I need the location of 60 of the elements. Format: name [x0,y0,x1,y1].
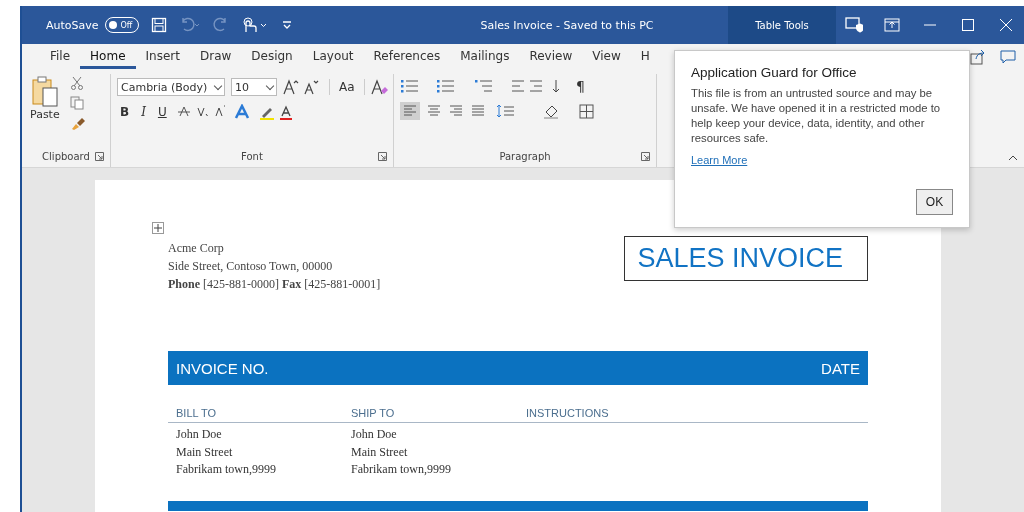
autosave-label: AutoSave [46,18,99,32]
dialog-launcher-icon[interactable] [378,152,387,161]
cut-icon[interactable] [69,76,84,90]
ribbon-tab[interactable]: Design [241,46,303,68]
company-info-line: Phone [425-881-0000] Fax [425-881-0001] [168,276,381,292]
ribbon-tab[interactable]: View [582,46,631,68]
table-tools-tab[interactable]: Table Tools [728,6,836,44]
change-case-button[interactable]: Aa [336,80,358,94]
ribbon-tab[interactable]: Insert [135,46,190,68]
dialog-launcher-icon[interactable] [95,152,104,161]
close-icon [1000,19,1012,31]
clipboard-icon [30,76,59,108]
date-label: DATE [821,359,860,377]
ribbon-display-icon [884,18,900,32]
clear-formatting-icon[interactable] [370,79,389,95]
collapse-ribbon-icon[interactable] [1008,155,1018,161]
company-info-line: Side Street, Contoso Town, 00000 [168,258,334,274]
address-line: John Doe [176,426,223,443]
shield-monitor-icon [845,17,863,33]
font-size-dropdown[interactable]: 10 [231,78,277,96]
ribbon-tab[interactable]: Layout [302,46,364,68]
popup-title: Application Guard for Office [691,65,858,80]
format-button[interactable]: U [154,105,170,119]
ribbon-tab[interactable]: Review [519,46,583,68]
popup-message: This file is from an untrusted source and may be unsafe. We have opened it in a restricted mode to help keep your device, data, identity, and other resources safe. [691,86,942,146]
group-label: Paragraph [499,150,551,162]
window-title: Sales Invoice - Saved to this PC [479,18,655,32]
column-heading: SHIP TO [351,407,396,419]
table-move-handle-icon[interactable] [152,222,164,234]
group-label: Clipboard [42,150,90,162]
ribbon-tab[interactable]: Mailings [450,46,520,68]
share-icon[interactable] [970,49,986,65]
font-name-dropdown[interactable]: Cambria (Body) [117,78,225,96]
address-line: John Doe [351,426,398,443]
format-button[interactable]: B [117,105,133,119]
dialog-launcher-icon[interactable] [641,152,650,161]
address-line: Main Street [176,443,234,461]
show-formatting-button[interactable]: ¶ [576,78,585,94]
invoice-number-label: INVOICE NO. [176,359,269,377]
comment-icon[interactable] [1000,50,1016,64]
minimize-icon [924,24,936,26]
address-line: Fabrikam town,9999 [176,461,277,478]
address-line: Fabrikam town,9999 [351,461,452,478]
format-button[interactable]: I [138,105,149,119]
company-info-line: Acme Corp [168,240,225,256]
ribbon-tab[interactable]: References [363,46,451,68]
save-icon[interactable] [151,17,168,33]
format-painter-icon[interactable] [69,116,86,130]
invoice-title: SALES INVOICE [624,236,868,281]
paste-button[interactable]: Paste [28,74,62,123]
column-heading: BILL TO [176,407,218,419]
group-label: Font [241,150,263,162]
ok-button[interactable]: OK [916,189,953,215]
learn-more-link[interactable]: Learn More [691,154,748,166]
ribbon-tab[interactable]: File [40,46,81,68]
ribbon-tab[interactable]: H [630,46,660,68]
column-heading: INSTRUCTIONS [526,407,610,419]
ribbon-tab[interactable]: Draw [189,46,242,68]
address-line: Main Street [351,443,409,461]
maximize-icon [962,19,974,31]
